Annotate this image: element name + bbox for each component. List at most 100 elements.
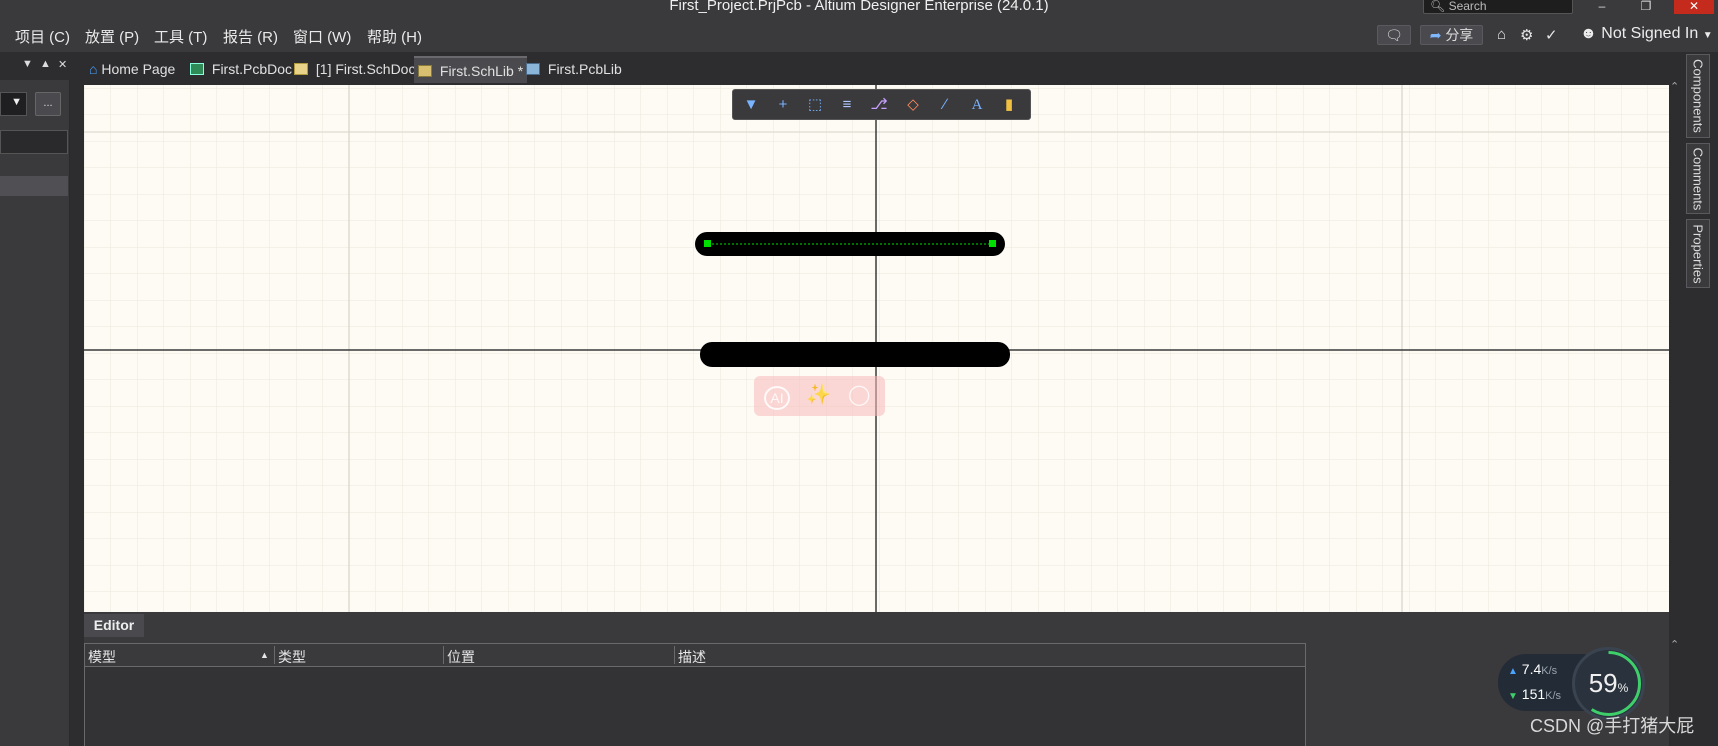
place-pin-icon[interactable]: ⎇ <box>869 95 889 115</box>
sort-ascending-icon[interactable]: ▲ <box>260 650 269 660</box>
search-input[interactable]: 🔍︎ Search <box>1423 0 1573 14</box>
chevron-up-icon[interactable]: ⌃ <box>1670 80 1679 93</box>
close-button[interactable]: ✕ <box>1674 0 1714 14</box>
editor-grid-body[interactable] <box>84 667 1306 746</box>
align-icon[interactable]: ≡ <box>837 95 857 115</box>
filter-icon[interactable]: ▼ <box>741 95 761 115</box>
share-arrow-icon: ➦ <box>1429 27 1442 43</box>
document-tab-bar: ⌂ Home Page First.PcbDoc [1] First.SchDo… <box>71 52 1681 85</box>
home-icon[interactable]: ⌂ <box>1497 26 1506 43</box>
minimize-button[interactable]: – <box>1582 0 1622 14</box>
menu-item-place[interactable]: 放置 (P) <box>85 26 139 47</box>
menu-bar: 项目 (C) 放置 (P) 工具 (T) 报告 (R) 窗口 (W) 帮助 (H… <box>0 18 1718 52</box>
chevron-up-icon[interactable]: ⌃ <box>1670 638 1679 651</box>
download-speed: ▼ 151K/s <box>1508 686 1561 702</box>
pcb-library-icon <box>526 63 540 75</box>
account-menu[interactable]: ☻ Not Signed In ▼ <box>1580 25 1713 43</box>
library-combo[interactable]: ▼ <box>0 92 27 116</box>
search-icon[interactable]: ◯ <box>848 382 870 407</box>
side-tab-label: Comments <box>1690 147 1706 210</box>
schematic-canvas[interactable] <box>84 85 1669 612</box>
pin-icon[interactable]: ▲ <box>40 58 51 70</box>
tab-label: [1] First.SchDoc <box>315 61 416 77</box>
usage-value: 59 <box>1588 668 1618 698</box>
search-placeholder: Search <box>1448 0 1487 13</box>
share-button[interactable]: ➦ 分享 <box>1420 25 1483 45</box>
tab-label: Home Page <box>101 61 176 77</box>
ai-assistant-overlay[interactable]: AI ✨ ◯ <box>754 376 885 416</box>
tab-first-schlib[interactable]: First.SchLib * <box>414 56 528 83</box>
column-divider[interactable] <box>443 646 444 664</box>
tab-label: First.PcbDoc <box>211 61 293 77</box>
active-bar-toolbar: ▼ + ⬚ ≡ ⎇ ◇ ∕ A ▮ <box>732 89 1031 120</box>
left-panel: ▼ ▲ ✕ ▼ ... <box>0 52 70 746</box>
pin-line <box>700 342 1010 367</box>
upload-value: 7.4 <box>1521 661 1542 677</box>
download-unit: K/s <box>1545 690 1562 702</box>
gear-icon[interactable]: ⚙ <box>1520 26 1533 44</box>
close-icon[interactable]: ✕ <box>58 58 67 71</box>
side-tab-label: Components <box>1690 59 1706 133</box>
user-icon: ☻ <box>1580 25 1597 42</box>
filter-field[interactable] <box>0 130 68 154</box>
column-header-location[interactable]: 位置 <box>447 647 475 667</box>
tab-first-pcblib[interactable]: First.PcbLib <box>522 56 626 83</box>
title-bar: First_Project.PrjPcb - Altium Designer E… <box>0 0 1718 18</box>
text-icon[interactable]: A <box>967 95 987 115</box>
menu-item-window[interactable]: 窗口 (W) <box>293 26 351 47</box>
share-label: 分享 <box>1445 27 1474 43</box>
notifications-icon[interactable]: ✓ <box>1545 26 1558 44</box>
tab-first-schdoc[interactable]: [1] First.SchDoc <box>290 56 419 83</box>
line-icon[interactable]: ∕ <box>935 95 955 115</box>
column-header-model[interactable]: 模型 <box>88 647 116 667</box>
upload-unit: K/s <box>1541 665 1558 677</box>
upload-speed: ▲ 7.4K/s <box>1508 661 1557 677</box>
right-panel-bar: ⌃ Components Comments Properties ⌃ <box>1669 52 1718 746</box>
tab-first-pcbdoc[interactable]: First.PcbDoc <box>186 56 296 83</box>
rectangle-select-icon[interactable]: ⬚ <box>805 95 825 115</box>
schematic-document-icon <box>294 63 308 75</box>
home-icon: ⌂ <box>89 61 98 77</box>
restore-button[interactable]: ❐ <box>1626 0 1666 14</box>
chevron-down-icon: ▼ <box>1702 30 1713 41</box>
tab-components[interactable]: Components <box>1686 54 1710 138</box>
add-icon[interactable]: + <box>773 95 793 115</box>
tab-home-page[interactable]: ⌂ Home Page <box>85 56 179 83</box>
tab-label: First.SchLib * <box>439 63 524 79</box>
account-label: Not Signed In <box>1601 25 1699 42</box>
more-button[interactable]: ... <box>35 92 61 116</box>
magic-wand-icon[interactable]: ✨ <box>806 382 831 407</box>
chevron-down-icon: ▼ <box>11 96 22 108</box>
component-icon[interactable]: ▮ <box>999 95 1019 115</box>
tab-label: First.PcbLib <box>547 61 622 77</box>
menu-item-reports[interactable]: 报告 (R) <box>223 26 278 47</box>
tab-editor[interactable]: Editor <box>84 614 144 637</box>
editor-grid-header: 模型 ▲ 类型 位置 描述 <box>84 643 1306 667</box>
column-header-description[interactable]: 描述 <box>678 647 706 667</box>
column-divider[interactable] <box>274 646 275 664</box>
left-panel-header: ▼ ▲ ✕ <box>0 52 70 80</box>
pcb-document-icon <box>190 63 204 75</box>
menu-item-tools[interactable]: 工具 (T) <box>154 26 207 47</box>
panel-menu-icon[interactable]: ▼ <box>22 58 33 70</box>
canvas-grid <box>84 85 1669 612</box>
component-list-item[interactable] <box>0 176 68 196</box>
comment-plus-icon: 🗨︎ <box>1385 27 1403 43</box>
download-value: 151 <box>1521 686 1546 702</box>
column-header-type[interactable]: 类型 <box>278 647 306 667</box>
usage-unit: % <box>1617 681 1629 695</box>
column-divider[interactable] <box>674 646 675 664</box>
usage-percent: 59% <box>1575 668 1642 699</box>
memory-usage-gauge[interactable]: 59% <box>1572 647 1645 720</box>
menu-item-help[interactable]: 帮助 (H) <box>367 26 422 47</box>
upload-arrow-icon: ▲ <box>1508 666 1518 677</box>
tab-comments[interactable]: Comments <box>1686 143 1710 214</box>
download-arrow-icon: ▼ <box>1508 691 1518 702</box>
menu-item-project[interactable]: 项目 (C) <box>15 26 70 47</box>
csdn-watermark: CSDN @手打猪大屁 <box>1530 716 1695 736</box>
feedback-button[interactable]: 🗨︎ <box>1377 25 1411 45</box>
erase-icon[interactable]: ◇ <box>903 95 923 115</box>
editor-tab-strip: Editor <box>84 612 1669 637</box>
ai-chat-icon[interactable]: AI <box>764 386 790 410</box>
tab-properties[interactable]: Properties <box>1686 219 1710 288</box>
